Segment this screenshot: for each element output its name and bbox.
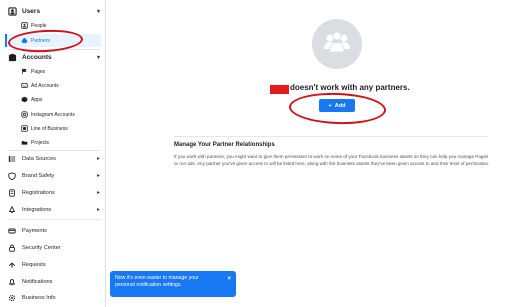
users-section-header[interactable]: Users ▾ (8, 4, 102, 18)
sidebar-item-label: Payments (22, 227, 47, 234)
sidebar-item-integrations[interactable]: Integrations ▸ (8, 203, 102, 216)
add-partner-button[interactable]: + Add (319, 99, 355, 112)
accounts-section-label: Accounts (22, 53, 52, 61)
sidebar-item-apps[interactable]: Apps (7, 93, 101, 106)
sidebar-item-label: Line of Business (31, 125, 68, 132)
data-sources-icon (8, 155, 16, 163)
requests-icon (8, 261, 16, 269)
apps-icon (21, 96, 28, 103)
svg-text:Ad: Ad (23, 84, 27, 88)
ad-accounts-icon: Ad (21, 82, 28, 89)
sidebar-item-label: Registrations (22, 189, 55, 196)
sidebar-item-payments[interactable]: Payments (8, 224, 102, 237)
sidebar-item-registrations[interactable]: Registrations ▸ (8, 186, 102, 199)
empty-state-headline: doesn't work with any partners. (290, 83, 410, 92)
add-button-label: Add (334, 102, 346, 109)
sidebar-item-people[interactable]: People (7, 19, 101, 32)
redacted-business-name (270, 85, 289, 94)
sidebar-item-projects[interactable]: Projects (7, 136, 101, 149)
sidebar-item-security-center[interactable]: Security Center (8, 241, 102, 254)
sidebar-item-ad-accounts[interactable]: Ad Ad Accounts (7, 79, 101, 92)
chevron-right-icon: ▸ (96, 190, 100, 196)
chevron-right-icon: ▸ (96, 207, 100, 213)
sidebar-item-label: Partners (31, 37, 50, 44)
sidebar-item-instagram-accounts[interactable]: Instagram Accounts (7, 108, 101, 121)
chevron-right-icon: ▸ (96, 173, 100, 179)
sidebar-item-business-info[interactable]: Business Info (8, 291, 102, 304)
bell-icon (8, 278, 16, 286)
section-title: Manage Your Partner Relationships (174, 142, 275, 148)
section-description: If you work with partners, you might wan… (174, 154, 490, 167)
brand-safety-icon (8, 171, 16, 180)
people-icon (21, 22, 28, 29)
sidebar-item-label: Business Info (22, 294, 56, 301)
sidebar-item-label: People (31, 22, 47, 29)
instagram-icon (21, 111, 28, 118)
projects-icon (21, 139, 28, 146)
users-icon (8, 6, 17, 16)
sidebar-item-label: Apps (31, 96, 43, 103)
divider (8, 219, 100, 220)
sidebar-item-label: Ad Accounts (31, 82, 59, 89)
sidebar-item-brand-safety[interactable]: Brand Safety ▸ (8, 169, 102, 182)
divider (8, 150, 100, 151)
sidebar-item-label: Notifications (22, 278, 53, 285)
toast-message: Now it's even easier to manage your pers… (115, 275, 199, 288)
sidebar-item-data-sources[interactable]: Data Sources ▸ (8, 152, 102, 165)
integrations-icon (8, 205, 16, 214)
users-section-label: Users (22, 7, 41, 15)
sidebar-item-partners[interactable]: Partners (5, 34, 101, 47)
sidebar-item-notifications[interactable]: Notifications (8, 275, 102, 288)
payments-icon (8, 227, 16, 235)
gear-icon (8, 294, 16, 302)
partners-placeholder-avatar (312, 19, 362, 69)
sidebar-item-label: Requests (22, 261, 46, 268)
close-icon[interactable]: × (227, 276, 231, 283)
sidebar-item-label: Projects (31, 139, 50, 146)
notification-toast: Now it's even easier to manage your pers… (110, 271, 236, 297)
group-icon (322, 31, 352, 58)
sidebar-item-pages[interactable]: Pages (7, 65, 101, 78)
divider (174, 136, 488, 137)
sidebar-item-label: Instagram Accounts (31, 111, 75, 118)
sidebar-item-label: Integrations (22, 206, 52, 213)
line-of-business-icon (21, 125, 28, 132)
chevron-down-icon: ▾ (96, 9, 100, 15)
chevron-down-icon: ▾ (96, 55, 100, 61)
sidebar-item-label: Security Center (22, 244, 61, 251)
security-icon (8, 244, 16, 252)
sidebar-item-label: Brand Safety (22, 172, 55, 179)
accounts-section-header[interactable]: Accounts ▾ (8, 50, 102, 64)
plus-icon: + (328, 102, 332, 109)
sidebar-item-label: Pages (31, 68, 46, 75)
sidebar-item-label: Data Sources (22, 155, 56, 162)
chevron-right-icon: ▸ (96, 156, 100, 162)
sidebar: Users ▾ People Partners Accounts ▾ Pages… (0, 0, 106, 307)
sidebar-item-requests[interactable]: Requests (8, 258, 102, 271)
flag-icon (21, 68, 28, 75)
registrations-icon (8, 188, 16, 197)
partners-icon (21, 37, 28, 44)
accounts-icon (8, 53, 17, 62)
sidebar-item-line-of-business[interactable]: Line of Business (7, 122, 101, 135)
